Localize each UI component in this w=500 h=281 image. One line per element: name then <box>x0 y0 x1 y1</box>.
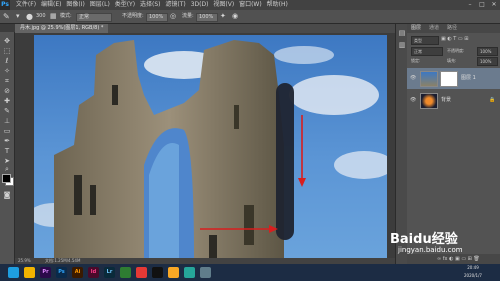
history-panel-icon[interactable]: ▤ <box>397 28 407 38</box>
layer-row-2[interactable]: 👁 背景 🔒 <box>407 90 500 111</box>
document-tab-bar: 丹木.jpg @ 25.9%(图层1, RGB/8) * <box>15 24 395 33</box>
app-taskbar-icon[interactable] <box>120 267 131 278</box>
eraser-tool-icon[interactable]: ▭ <box>2 126 12 136</box>
window-controls: – □ ✕ <box>464 0 500 10</box>
maximize-button[interactable]: □ <box>476 0 488 10</box>
menu-item-view[interactable]: 视图(V) <box>213 1 234 8</box>
menu-item-help[interactable]: 帮助(H) <box>267 1 288 8</box>
healing-brush-tool-icon[interactable]: ✚ <box>2 96 12 106</box>
clone-stamp-tool-icon[interactable]: ⊥ <box>2 116 12 126</box>
start-button[interactable] <box>8 267 19 278</box>
visibility-eye-icon[interactable]: 👁 <box>410 97 416 103</box>
canvas-image[interactable] <box>34 35 387 258</box>
foreground-color-swatch[interactable] <box>2 174 11 183</box>
clock-date: 2020/1/7 <box>464 273 482 278</box>
layer-mask-thumbnail <box>440 71 458 87</box>
panel-footer: ∞ fx ◐ ▣ ▭ ⊞ 🗑 <box>407 254 500 264</box>
options-bar: ✎ ▾ ● 300 ▦ 模式: 正常 不透明度: 100% ◎ 流量: 100%… <box>0 10 500 24</box>
illustrator-taskbar-icon[interactable]: Ai <box>72 267 83 278</box>
menu-bar: Ps 文件(F) 编辑(E) 图像(I) 图层(L) 类型(Y) 选择(S) 滤… <box>0 0 500 10</box>
menu-item-window[interactable]: 窗口(W) <box>239 1 262 8</box>
lasso-tool-icon[interactable]: ℓ <box>2 56 12 66</box>
brush-panel-icon[interactable]: ▦ <box>50 10 57 23</box>
layer-opacity-input[interactable]: 100% <box>477 47 498 56</box>
close-button[interactable]: ✕ <box>488 0 500 10</box>
brush-tool-icon[interactable]: ✎ <box>2 106 12 116</box>
quick-select-tool-icon[interactable]: ✧ <box>2 66 12 76</box>
brush-stroke <box>276 83 294 240</box>
panel-tab-bar: 图层 通道 路径 <box>407 24 500 33</box>
visibility-eye-icon[interactable]: 👁 <box>410 75 416 81</box>
menu-item-select[interactable]: 选择(S) <box>140 1 161 8</box>
menu-item-3d[interactable]: 3D(D) <box>191 1 209 8</box>
background-thumbnail <box>420 93 438 109</box>
blend-mode-select[interactable]: 正常 <box>411 47 443 56</box>
windows-taskbar: Pr Ps Ai Id Lr 20:49 2020/1/7 <box>0 264 500 281</box>
lock-icon: 🔒 <box>489 97 496 103</box>
chevron-down-icon[interactable]: ▾ <box>16 10 20 23</box>
fill-input[interactable]: 100% <box>477 57 498 66</box>
app-taskbar-icon[interactable] <box>184 267 195 278</box>
properties-panel-icon[interactable]: ▥ <box>397 40 407 50</box>
flow-input[interactable]: 100% <box>196 13 218 22</box>
clock-time: 20:49 <box>467 265 479 270</box>
menu-item-file[interactable]: 文件(F) <box>16 1 36 8</box>
premiere-taskbar-icon[interactable]: Pr <box>40 267 51 278</box>
pressure-opacity-icon[interactable]: ◎ <box>170 10 176 23</box>
menu-item-edit[interactable]: 编辑(E) <box>41 1 61 8</box>
qq-taskbar-icon[interactable] <box>152 267 163 278</box>
brush-size-value: 300 <box>36 13 46 19</box>
layer-kind-filter[interactable]: 类型 <box>411 36 439 45</box>
filter-icons[interactable]: ▣ ◐ T ▭ ⊞ <box>441 36 468 42</box>
chrome-taskbar-icon[interactable] <box>168 267 179 278</box>
layer-name[interactable]: 背景 <box>441 90 451 111</box>
pen-tool-icon[interactable]: ✒ <box>2 136 12 146</box>
document-tab[interactable]: 丹木.jpg @ 25.9%(图层1, RGB/8) * <box>15 24 109 33</box>
system-clock[interactable]: 20:49 2020/1/7 <box>450 264 496 281</box>
airbrush-icon[interactable]: ✦ <box>220 10 226 23</box>
tab-channels[interactable]: 通道 <box>429 24 439 33</box>
marquee-tool-icon[interactable]: ⬚ <box>2 46 12 56</box>
menu-item-type[interactable]: 类型(Y) <box>115 1 135 8</box>
fill-label: 填充: <box>447 58 457 63</box>
layer-row-1[interactable]: 👁 图层 1 <box>407 68 500 89</box>
menu-item-filter[interactable]: 滤镜(T) <box>165 1 185 8</box>
layer-name[interactable]: 图层 1 <box>461 68 476 89</box>
tools-panel: ✥ ⬚ ℓ ✧ ⌗ ⊘ ✚ ✎ ⊥ ▭ ✒ T ➤ ⌕ ◙ <box>0 32 15 264</box>
quick-mask-icon[interactable]: ◙ <box>2 190 12 200</box>
photoshop-logo: Ps <box>0 0 10 10</box>
pressure-size-icon[interactable]: ◉ <box>232 10 238 23</box>
menu-item-layer[interactable]: 图层(L) <box>90 1 110 8</box>
watermark-url: jingyan.baidu.com <box>398 246 463 254</box>
eyedropper-tool-icon[interactable]: ⊘ <box>2 86 12 96</box>
mode-label: 模式: <box>60 13 72 19</box>
panel-footer-icons[interactable]: ∞ fx ◐ ▣ ▭ ⊞ 🗑 <box>437 256 480 262</box>
brush-tool-icon[interactable]: ✎ <box>3 10 10 23</box>
lock-label: 锁定: <box>411 58 421 63</box>
file-explorer-taskbar-icon[interactable] <box>24 267 35 278</box>
minimize-button[interactable]: – <box>464 0 476 10</box>
crop-tool-icon[interactable]: ⌗ <box>2 76 12 86</box>
castle-ruin-photo <box>34 40 387 258</box>
brush-preset-icon[interactable]: ● <box>26 10 33 23</box>
type-tool-icon[interactable]: T <box>2 146 12 156</box>
tab-paths[interactable]: 路径 <box>447 24 457 33</box>
flow-label: 流量: <box>182 13 194 19</box>
app-taskbar-icon[interactable] <box>136 267 147 278</box>
indesign-taskbar-icon[interactable]: Id <box>88 267 99 278</box>
lightroom-taskbar-icon[interactable]: Lr <box>104 267 115 278</box>
layer-opacity-label: 不透明度: <box>447 48 465 53</box>
mode-select[interactable]: 正常 <box>76 13 112 22</box>
opacity-label: 不透明度: <box>122 13 144 19</box>
photoshop-taskbar-icon[interactable]: Ps <box>56 267 67 278</box>
app-taskbar-icon[interactable] <box>200 267 211 278</box>
zoom-tool-icon[interactable]: ⌕ <box>2 164 12 174</box>
layer-thumbnail <box>420 71 438 87</box>
watermark-brand: Baidu经验 <box>390 232 458 247</box>
tab-layers[interactable]: 图层 <box>411 24 421 33</box>
move-tool-icon[interactable]: ✥ <box>2 36 12 46</box>
opacity-input[interactable]: 100% <box>146 13 168 22</box>
menu-item-image[interactable]: 图像(I) <box>66 1 84 8</box>
